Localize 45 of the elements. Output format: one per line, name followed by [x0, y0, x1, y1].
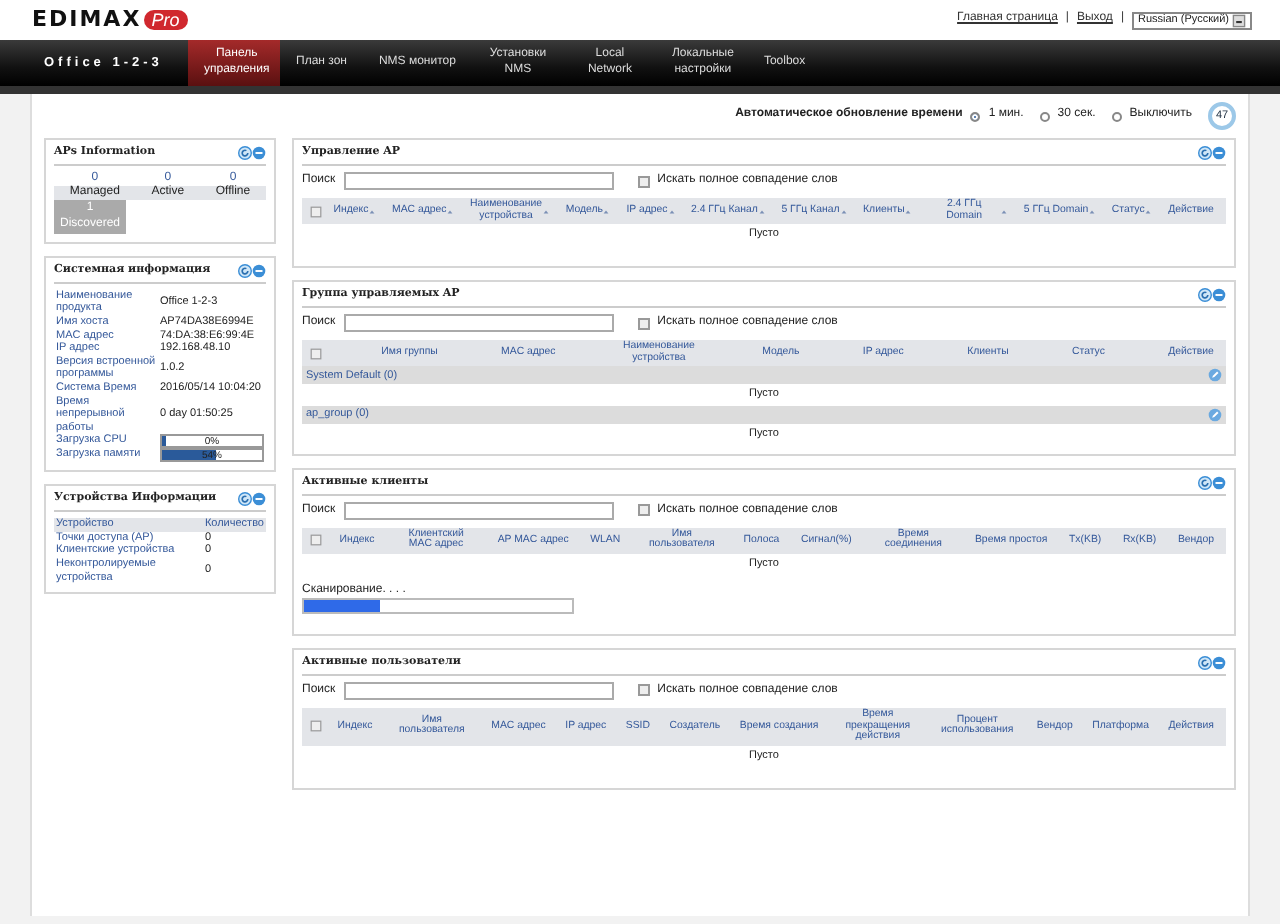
sort-icon: [1144, 207, 1153, 216]
collapse-icon[interactable]: [252, 263, 266, 278]
sort-icon: [542, 207, 551, 216]
refresh-icon[interactable]: [238, 263, 252, 278]
refresh-icon[interactable]: [1198, 655, 1212, 670]
sort-icon: [446, 207, 455, 216]
collapse-icon[interactable]: [252, 146, 266, 160]
radio-button[interactable]: [1039, 111, 1050, 121]
sort-icon: [904, 207, 913, 216]
dropdown-icon: [1232, 13, 1246, 27]
collapse-icon[interactable]: [1212, 475, 1226, 490]
checkbox[interactable]: [637, 175, 650, 187]
sort-icon: [1000, 207, 1009, 216]
refresh-icon[interactable]: [238, 146, 252, 160]
sort-icon: [667, 207, 676, 216]
select-checkbox[interactable]: [310, 720, 322, 733]
sort-icon: [368, 207, 377, 216]
sort-icon: [1088, 207, 1097, 216]
select-checkbox[interactable]: [310, 205, 322, 218]
refresh-icon[interactable]: [1198, 146, 1212, 160]
refresh-icon[interactable]: [1198, 475, 1212, 490]
checkbox[interactable]: [637, 317, 650, 330]
sort-icon: [757, 207, 766, 216]
radio-button[interactable]: [1111, 111, 1122, 121]
collapse-icon[interactable]: [252, 492, 266, 507]
search-field[interactable]: [343, 172, 614, 190]
radio-button[interactable]: [970, 111, 981, 121]
sort-icon: [839, 207, 848, 216]
edit-icon[interactable]: [1208, 368, 1222, 383]
search-field[interactable]: [343, 314, 614, 333]
checkbox[interactable]: [637, 684, 650, 697]
checkbox[interactable]: [637, 504, 650, 517]
sort-icon: [602, 207, 611, 216]
refresh-icon[interactable]: [1198, 288, 1212, 303]
select-checkbox[interactable]: [310, 347, 322, 360]
edit-icon[interactable]: [1208, 408, 1222, 423]
refresh-icon[interactable]: [238, 492, 252, 507]
select-checkbox[interactable]: [310, 534, 322, 547]
collapse-icon[interactable]: [1212, 146, 1226, 160]
collapse-icon[interactable]: [1212, 655, 1226, 670]
brand-logo: EDIMAX: [32, 6, 142, 34]
search-field[interactable]: [343, 681, 614, 700]
logo-badge: Pro: [143, 9, 188, 31]
search-field[interactable]: [343, 501, 614, 520]
collapse-icon[interactable]: [1212, 288, 1226, 303]
